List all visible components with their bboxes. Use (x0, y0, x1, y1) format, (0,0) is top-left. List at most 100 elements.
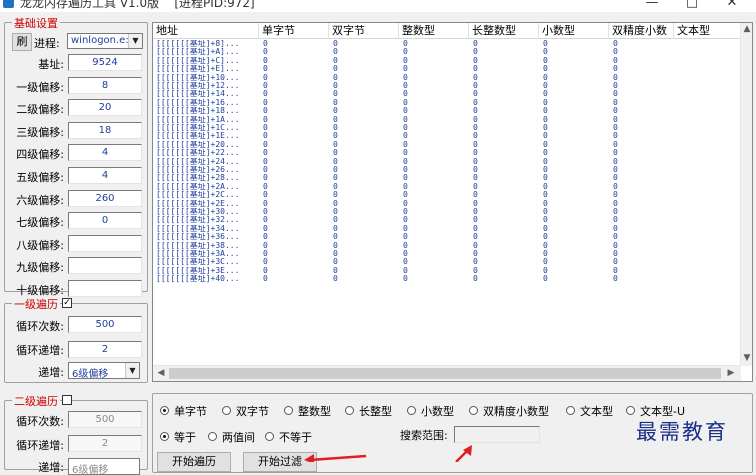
column-header[interactable]: 小数型 (539, 23, 609, 39)
scroll-right-icon[interactable]: ▶ (725, 368, 737, 378)
traverse1-loop-input[interactable]: 500 (68, 316, 142, 333)
type-radio[interactable] (222, 406, 231, 415)
offset-input[interactable]: 4 (68, 144, 142, 162)
type-radio[interactable] (160, 406, 169, 415)
refresh-button[interactable]: 刷 (12, 33, 32, 51)
table-row[interactable]: [[[[[[[基址]+32... 0 0 0 0 0 0 (153, 216, 741, 224)
table-row[interactable]: [[[[[[[基址]+16... 0 0 0 0 0 0 (153, 99, 741, 107)
traverse1-target-select[interactable]: 6级偏移 ▼ (68, 362, 140, 379)
column-header[interactable]: 双字节 (329, 23, 399, 39)
type-radio[interactable] (626, 406, 635, 415)
type-radio-label[interactable]: 双精度小数型 (483, 403, 549, 419)
column-header[interactable]: 文本型 (674, 23, 741, 39)
table-row[interactable]: [[[[[[[基址]+30... 0 0 0 0 0 0 (153, 208, 741, 216)
compare-radio[interactable] (208, 432, 217, 441)
compare-radio-label[interactable]: 等于 (174, 429, 196, 445)
compare-radio[interactable] (160, 432, 169, 441)
table-row[interactable]: [[[[[[[基址]+E]... 0 0 0 0 0 0 (153, 65, 741, 73)
table-row[interactable]: [[[[[[[基址]+8]... 0 0 0 0 0 0 (153, 40, 741, 48)
table-row[interactable]: [[[[[[[基址]+1A... 0 0 0 0 0 0 (153, 116, 741, 124)
table-row[interactable]: [[[[[[[基址]+26... 0 0 0 0 0 0 (153, 166, 741, 174)
table-row[interactable]: [[[[[[[基址]+14... 0 0 0 0 0 0 (153, 90, 741, 98)
search-range-input[interactable] (454, 426, 540, 443)
offset-input[interactable]: 20 (68, 99, 142, 117)
chevron-down-icon[interactable]: ▼ (128, 34, 142, 48)
type-radio-label[interactable]: 文本型 (580, 403, 613, 419)
table-row[interactable]: [[[[[[[基址]+40... 0 0 0 0 0 0 (153, 275, 741, 283)
maximize-button[interactable]: □ (672, 0, 712, 10)
type-radio[interactable] (284, 406, 293, 415)
traverse1-checkbox[interactable]: ✓ (62, 298, 72, 308)
column-header[interactable]: 地址 (153, 23, 259, 39)
horizontal-scroll-thumb[interactable] (169, 368, 721, 379)
close-button[interactable]: ✕ (712, 0, 752, 10)
table-row[interactable]: [[[[[[[基址]+12... 0 0 0 0 0 0 (153, 82, 741, 90)
chevron-down-icon[interactable]: ▼ (125, 363, 139, 378)
type-radio[interactable] (469, 406, 478, 415)
offset-input[interactable] (68, 234, 142, 252)
type-radio-label[interactable]: 双字节 (236, 403, 269, 419)
type-radio-label[interactable]: 长整型 (359, 403, 392, 419)
table-row[interactable]: [[[[[[[基址]+1E... 0 0 0 0 0 0 (153, 132, 741, 140)
offset-input[interactable]: 8 (68, 76, 142, 94)
table-row[interactable]: [[[[[[[基址]+2A... 0 0 0 0 0 0 (153, 183, 741, 191)
traverse2-checkbox[interactable] (62, 395, 72, 405)
offset-input[interactable]: 9524 (68, 54, 142, 71)
table-row[interactable]: [[[[[[[基址]+34... 0 0 0 0 0 0 (153, 225, 741, 233)
table-row[interactable]: [[[[[[[基址]+22... 0 0 0 0 0 0 (153, 149, 741, 157)
minimize-button[interactable]: — (632, 0, 672, 10)
result-table[interactable]: 地址 单字节 双字节 整数型 长整数型 小数型 双精度小数 文本型 [[[[[[[基址]+8]… (152, 22, 753, 382)
offset-input[interactable] (68, 257, 142, 275)
traverse1-target-label: 递增: (38, 366, 64, 379)
table-row[interactable]: [[[[[[[基址]+3A... 0 0 0 0 0 0 (153, 250, 741, 258)
type-radio[interactable] (407, 406, 416, 415)
offset-label: 九级偏移: (16, 261, 64, 275)
horizontal-scrollbar[interactable]: ◀ ▶ (153, 365, 741, 381)
offset-input[interactable]: 0 (68, 212, 142, 230)
type-radio-label[interactable]: 小数型 (421, 403, 454, 419)
type-radio-label[interactable]: 单字节 (174, 403, 207, 419)
table-row[interactable]: [[[[[[[基址]+10... 0 0 0 0 0 0 (153, 74, 741, 82)
traverse2-target-select[interactable]: 6级偏移 (68, 458, 140, 475)
table-row[interactable]: [[[[[[[基址]+36... 0 0 0 0 0 0 (153, 233, 741, 241)
table-row[interactable]: [[[[[[[基址]+1C... 0 0 0 0 0 0 (153, 124, 741, 132)
offset-input[interactable] (68, 280, 142, 297)
column-header[interactable]: 整数型 (399, 23, 469, 39)
table-row[interactable]: [[[[[[[基址]+28... 0 0 0 0 0 0 (153, 174, 741, 182)
type-radio-label[interactable]: 整数型 (298, 403, 331, 419)
table-row[interactable]: [[[[[[[基址]+2E... 0 0 0 0 0 0 (153, 200, 741, 208)
table-row[interactable]: [[[[[[[基址]+18... 0 0 0 0 0 0 (153, 107, 741, 115)
table-row[interactable]: [[[[[[[基址]+20... 0 0 0 0 0 0 (153, 141, 741, 149)
column-header[interactable]: 单字节 (259, 23, 329, 39)
table-row[interactable]: [[[[[[[基址]+24... 0 0 0 0 0 0 (153, 158, 741, 166)
compare-radio-label[interactable]: 不等于 (279, 429, 312, 445)
type-radio[interactable] (566, 406, 575, 415)
window-title-text: 龙龙内存遍历工具 V1.0版 (20, 0, 160, 10)
traverse1-step-input[interactable]: 2 (68, 341, 142, 358)
offset-label: 四级偏移: (16, 148, 64, 162)
start-traverse-button[interactable]: 开始遍历 (157, 452, 231, 472)
table-row[interactable]: [[[[[[[基址]+3C... 0 0 0 0 0 0 (153, 258, 741, 266)
column-header[interactable]: 双精度小数 (609, 23, 674, 39)
process-select[interactable]: winlogon.e: ▼ (67, 33, 143, 49)
scroll-up-icon[interactable]: ▲ (741, 24, 752, 34)
table-row[interactable]: [[[[[[[基址]+2C... 0 0 0 0 0 0 (153, 191, 741, 199)
offset-input[interactable]: 4 (68, 167, 142, 184)
scroll-left-icon[interactable]: ◀ (155, 368, 167, 378)
table-row[interactable]: [[[[[[[基址]+A]... 0 0 0 0 0 0 (153, 48, 741, 56)
column-header[interactable]: 长整数型 (469, 23, 539, 39)
vertical-scrollbar[interactable]: ▲ ▼ (740, 23, 752, 366)
traverse2-loop-input[interactable]: 500 (68, 411, 142, 428)
type-radio[interactable] (345, 406, 354, 415)
table-row[interactable]: [[[[[[[基址]+38... 0 0 0 0 0 0 (153, 242, 741, 250)
table-row[interactable]: [[[[[[[基址]+C]... 0 0 0 0 0 0 (153, 57, 741, 65)
traverse2-step-label: 循环递增: (16, 439, 64, 452)
table-row[interactable]: [[[[[[[基址]+3E... 0 0 0 0 0 0 (153, 267, 741, 275)
compare-radio-label[interactable]: 两值间 (222, 429, 255, 445)
compare-radio[interactable] (265, 432, 274, 441)
traverse2-step-input[interactable]: 2 (68, 435, 142, 452)
offset-input[interactable]: 18 (68, 121, 142, 139)
offset-label: 七级偏移: (16, 216, 64, 230)
offset-input[interactable]: 260 (68, 189, 142, 207)
scroll-down-icon[interactable]: ▼ (741, 353, 752, 363)
